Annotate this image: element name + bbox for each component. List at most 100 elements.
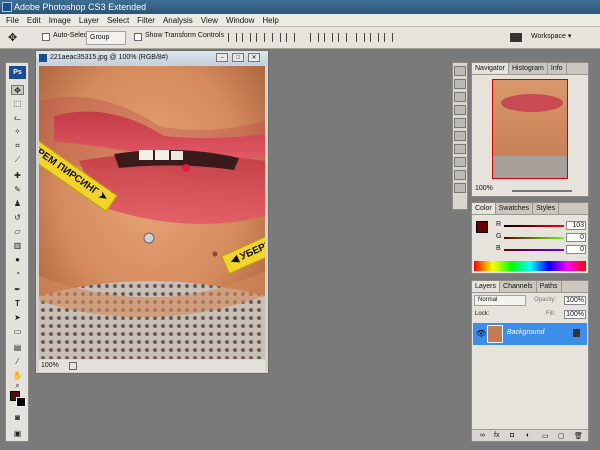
show-transform-checkbox[interactable] bbox=[134, 33, 142, 41]
tab-styles[interactable]: Styles bbox=[533, 203, 560, 214]
dodge-tool-icon[interactable]: ◔ bbox=[11, 269, 24, 279]
tab-layers[interactable]: Layers bbox=[472, 281, 501, 292]
navigator-zoom-slider[interactable] bbox=[512, 190, 572, 192]
distribute-bottom-icon[interactable] bbox=[338, 33, 347, 42]
shape-tool-icon[interactable]: ▭ bbox=[11, 327, 24, 337]
layer-name[interactable]: Background bbox=[507, 329, 544, 336]
tab-histogram[interactable]: Histogram bbox=[509, 63, 548, 74]
align-hcenter-icon[interactable] bbox=[286, 33, 295, 42]
blue-slider[interactable] bbox=[504, 249, 564, 251]
align-bottom-icon[interactable] bbox=[256, 33, 265, 42]
paragraph-panel-icon[interactable] bbox=[454, 144, 466, 154]
path-selection-icon[interactable]: ➤ bbox=[11, 313, 24, 323]
layer-mask-icon[interactable]: ◘ bbox=[510, 432, 514, 439]
navigator-zoom[interactable]: 100% bbox=[475, 185, 493, 192]
auto-select-checkbox[interactable] bbox=[42, 33, 50, 41]
tab-swatches[interactable]: Swatches bbox=[496, 203, 534, 214]
distribute-vcenter-icon[interactable] bbox=[324, 33, 333, 42]
character-panel-icon[interactable] bbox=[454, 131, 466, 141]
red-value[interactable]: 103 bbox=[566, 221, 586, 230]
menu-window[interactable]: Window bbox=[226, 14, 254, 26]
fill-value[interactable]: 100% bbox=[564, 310, 586, 319]
tab-info[interactable]: Info bbox=[548, 63, 567, 74]
new-layer-icon[interactable]: ▢ bbox=[558, 432, 565, 440]
maximize-button[interactable]: □ bbox=[232, 53, 244, 62]
green-value[interactable]: 0 bbox=[566, 233, 586, 242]
color-spectrum-ramp[interactable] bbox=[474, 261, 586, 271]
status-menu-icon[interactable] bbox=[69, 362, 77, 370]
distribute-hcenter-icon[interactable] bbox=[370, 33, 379, 42]
background-color-swatch[interactable] bbox=[16, 397, 26, 407]
delete-layer-icon[interactable]: 🗑 bbox=[574, 432, 583, 440]
tab-navigator[interactable]: Navigator bbox=[472, 63, 509, 74]
lasso-tool-icon[interactable]: ᓚ bbox=[11, 113, 24, 123]
menu-edit[interactable]: Edit bbox=[27, 14, 41, 26]
actions-panel-icon[interactable] bbox=[454, 79, 466, 89]
align-top-icon[interactable] bbox=[228, 33, 237, 42]
menu-help[interactable]: Help bbox=[262, 14, 278, 26]
history-brush-icon[interactable]: ↺ bbox=[11, 213, 24, 223]
close-button[interactable]: ✕ bbox=[248, 53, 260, 62]
photo-canvas[interactable]: УБЕРЕМ ПИРСИНГ ➤ ◀ УБЕРЕМ ПРЫЩИК bbox=[39, 66, 265, 359]
brushes-panel-icon[interactable] bbox=[454, 105, 466, 115]
type-tool-icon[interactable]: T bbox=[11, 299, 24, 309]
blend-mode-dropdown[interactable]: Normal bbox=[474, 295, 526, 306]
new-group-icon[interactable]: ▭ bbox=[542, 432, 549, 440]
eyedropper-tool-icon[interactable]: ⁄ bbox=[11, 357, 24, 367]
menu-select[interactable]: Select bbox=[107, 14, 129, 26]
gradient-tool-icon[interactable]: ▥ bbox=[11, 241, 24, 251]
link-layers-icon[interactable]: ∞ bbox=[480, 432, 485, 439]
menu-filter[interactable]: Filter bbox=[137, 14, 155, 26]
layer-style-icon[interactable]: fx bbox=[494, 432, 499, 439]
align-left-icon[interactable] bbox=[272, 33, 281, 42]
menu-file[interactable]: File bbox=[6, 14, 19, 26]
auto-select-dropdown[interactable]: Group bbox=[86, 31, 126, 45]
healing-brush-icon[interactable]: ✚ bbox=[11, 171, 24, 181]
blur-tool-icon[interactable]: ● bbox=[11, 255, 24, 265]
magic-wand-icon[interactable]: ✧ bbox=[11, 127, 24, 137]
color-foreground-swatch[interactable] bbox=[476, 221, 488, 233]
red-slider[interactable] bbox=[504, 225, 564, 227]
menu-image[interactable]: Image bbox=[49, 14, 71, 26]
menu-layer[interactable]: Layer bbox=[79, 14, 99, 26]
info-panel-icon[interactable] bbox=[454, 170, 466, 180]
blue-value[interactable]: 0 bbox=[566, 245, 586, 254]
green-slider[interactable] bbox=[504, 237, 564, 239]
crop-tool-icon[interactable]: ⌗ bbox=[11, 141, 24, 151]
notes-tool-icon[interactable]: ▤ bbox=[11, 343, 24, 353]
move-tool-icon[interactable]: ✥ bbox=[8, 31, 17, 44]
workspace-button[interactable]: Workspace ▾ bbox=[528, 31, 578, 45]
menu-view[interactable]: View bbox=[201, 14, 218, 26]
layer-comps-icon[interactable] bbox=[454, 157, 466, 167]
zoom-tool-icon[interactable]: ⌕ bbox=[11, 381, 24, 391]
history-panel-icon[interactable] bbox=[454, 66, 466, 76]
visibility-eye-icon[interactable]: 👁 bbox=[476, 329, 486, 338]
slice-tool-icon[interactable]: ⟋ bbox=[11, 155, 24, 165]
layer-row-background[interactable]: 👁 Background bbox=[473, 323, 587, 345]
tab-paths[interactable]: Paths bbox=[537, 281, 562, 292]
menu-analysis[interactable]: Analysis bbox=[163, 14, 193, 26]
distribute-left-icon[interactable] bbox=[356, 33, 365, 42]
tab-color[interactable]: Color bbox=[472, 203, 496, 214]
pen-tool-icon[interactable]: ✒ bbox=[11, 285, 24, 295]
distribute-top-icon[interactable] bbox=[310, 33, 319, 42]
clone-stamp-icon[interactable]: ♟ bbox=[11, 199, 24, 209]
quick-mask-icon[interactable]: ◙ bbox=[11, 413, 24, 423]
minimize-button[interactable]: – bbox=[216, 53, 228, 62]
align-vcenter-icon[interactable] bbox=[242, 33, 251, 42]
marquee-tool-icon[interactable]: ⬚ bbox=[11, 99, 24, 109]
tab-channels[interactable]: Channels bbox=[500, 281, 537, 292]
brush-tool-icon[interactable]: ✎ bbox=[11, 185, 24, 195]
zoom-level[interactable]: 100% bbox=[41, 362, 59, 369]
measurement-log-icon[interactable] bbox=[454, 183, 466, 193]
distribute-right-icon[interactable] bbox=[384, 33, 393, 42]
navigator-thumbnail[interactable] bbox=[492, 79, 568, 179]
move-tool-icon[interactable]: ✥ bbox=[11, 85, 24, 95]
hand-tool-icon[interactable]: ✋ bbox=[11, 371, 24, 381]
tool-presets-icon[interactable] bbox=[454, 92, 466, 102]
adjustment-layer-icon[interactable]: ◐ bbox=[526, 432, 530, 439]
screen-mode-icon[interactable]: ▣ bbox=[11, 429, 24, 439]
eraser-tool-icon[interactable]: ▱ bbox=[11, 227, 24, 237]
clone-source-icon[interactable] bbox=[454, 118, 466, 128]
opacity-value[interactable]: 100% bbox=[564, 296, 586, 305]
